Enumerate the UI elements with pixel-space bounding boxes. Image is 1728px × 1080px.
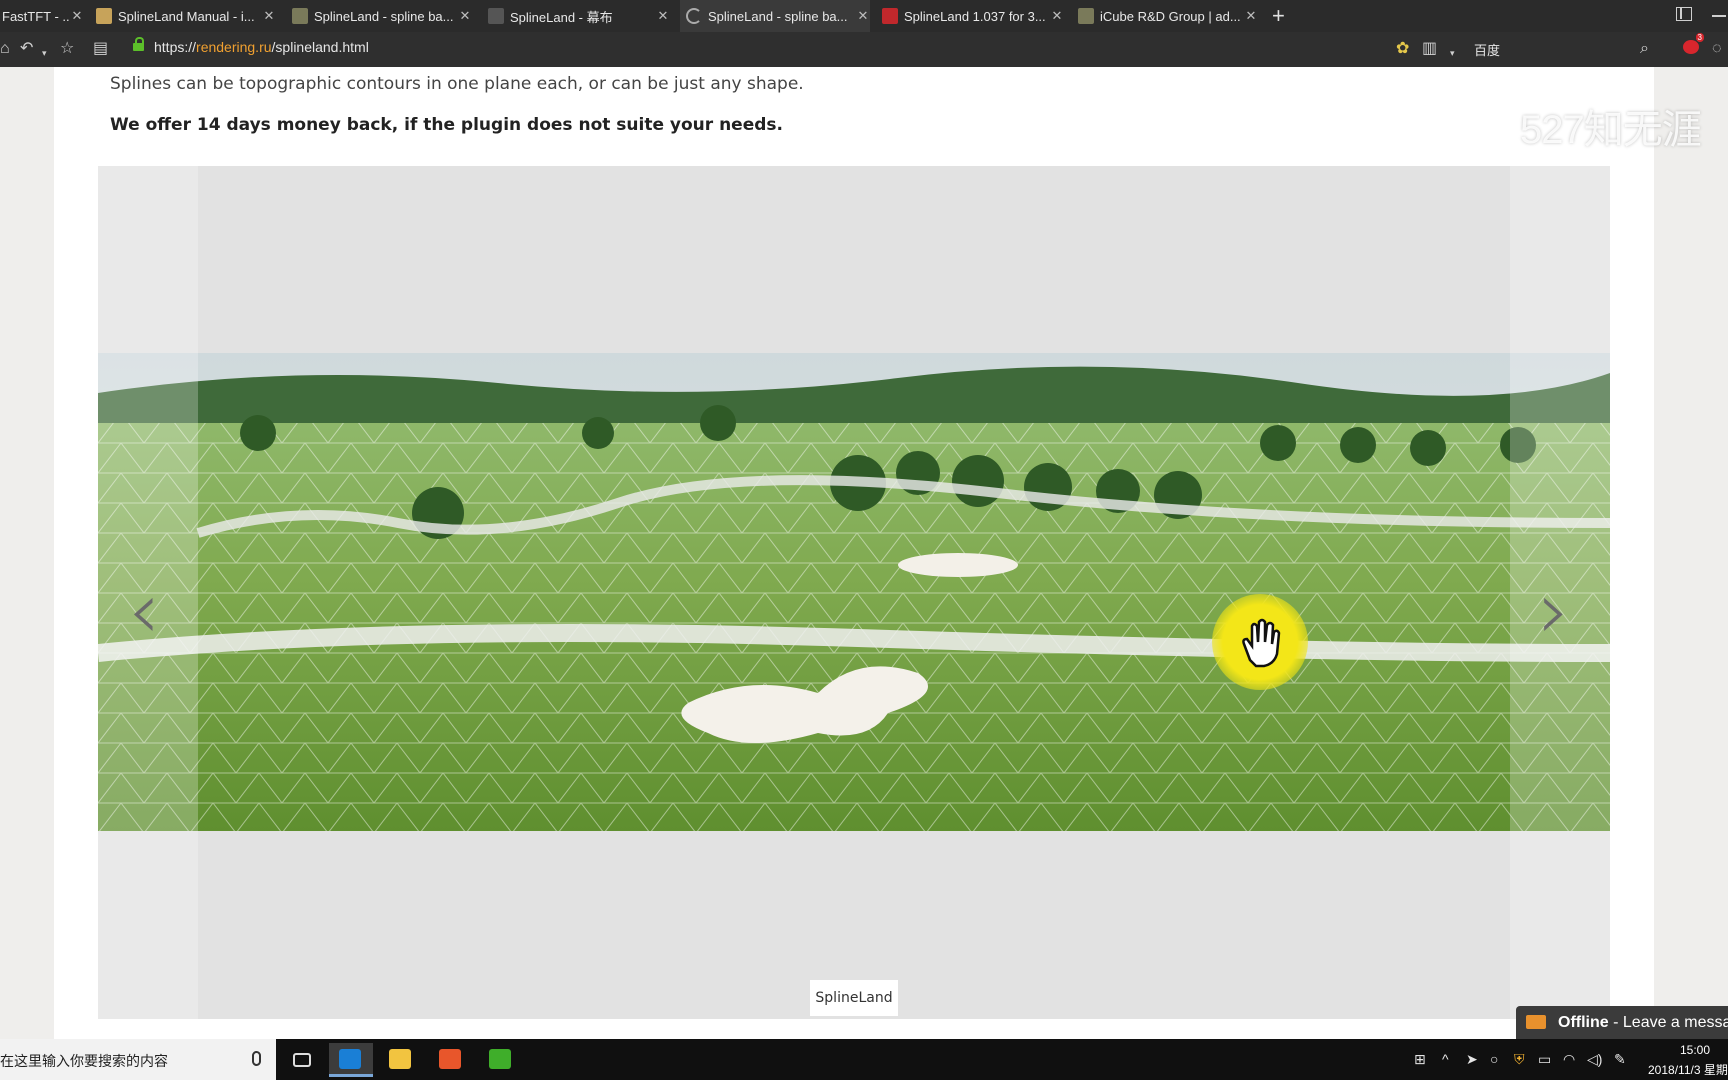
search-icon[interactable]: ⌕ — [1640, 40, 1649, 58]
keyboard-icon[interactable]: ⊞ — [1414, 1051, 1426, 1068]
camtasia-icon — [489, 1049, 511, 1069]
hand-icon — [1242, 618, 1281, 668]
tab-label: SplineLand - 幕布 — [510, 9, 613, 25]
clock-time[interactable]: 15:00 — [1680, 1043, 1710, 1057]
sidebar-toggle-icon[interactable] — [1676, 7, 1692, 21]
tab-label: iCube R&D Group | ad... — [1100, 8, 1241, 24]
tab-label: FastTFT - ... — [2, 8, 70, 24]
image-slider[interactable]: ‹ › SplineLand — [98, 166, 1610, 1019]
tab-splineland-manual[interactable]: SplineLand Manual - i... ✕ — [96, 0, 276, 32]
browser-tab-strip: FastTFT - ... ✕ SplineLand Manual - i...… — [0, 0, 1728, 32]
tab-label: SplineLand - spline ba... — [314, 8, 454, 24]
tab-fasttft[interactable]: FastTFT - ... ✕ — [0, 0, 84, 32]
taskbar-app-maxthon[interactable] — [329, 1043, 373, 1077]
money-back-paragraph: We offer 14 days money back, if the plug… — [110, 115, 783, 135]
chevron-up-icon[interactable]: ^ — [1442, 1051, 1449, 1067]
task-view-button[interactable] — [280, 1043, 324, 1077]
circle-icon[interactable]: ○ — [1490, 1051, 1498, 1067]
tab-close-icon[interactable]: ✕ — [70, 8, 84, 24]
tab-label: SplineLand Manual - i... — [118, 8, 255, 24]
taskbar-app-file-explorer[interactable] — [379, 1043, 423, 1077]
slider-prev-arrow[interactable]: ‹ — [128, 571, 160, 651]
tab-close-icon[interactable]: ✕ — [262, 8, 276, 24]
minimize-icon[interactable] — [1712, 15, 1726, 17]
url-scheme: https:// — [154, 39, 197, 55]
lock-icon — [133, 37, 144, 51]
mubu-icon — [488, 8, 504, 24]
loading-icon — [686, 8, 702, 24]
chat-widget[interactable]: Offline - Leave a message — [1516, 1006, 1728, 1039]
taskbar-search-placeholder: 在这里输入你要搜索的内容 — [0, 1054, 168, 1070]
rendering-logo-icon — [1078, 8, 1094, 24]
tab-close-icon[interactable]: ✕ — [856, 8, 870, 24]
chevron-down-icon[interactable]: ▾ — [42, 44, 47, 62]
tab-close-icon[interactable]: ✕ — [1244, 8, 1258, 24]
slide-caption: SplineLand — [810, 980, 898, 1016]
url-host: rendering.ru — [196, 39, 272, 55]
chat-status: Offline — [1558, 1014, 1609, 1031]
tab-splineland-mubu[interactable]: SplineLand - 幕布 ✕ — [488, 0, 670, 32]
undo-icon[interactable]: ↶ — [20, 40, 33, 58]
tab-splineland-active[interactable]: SplineLand - spline ba... ✕ — [680, 0, 870, 32]
folder-icon — [389, 1049, 411, 1069]
tab-splineland-spline-based[interactable]: SplineLand - spline ba... ✕ — [292, 0, 472, 32]
task-view-icon — [293, 1053, 311, 1067]
maxthon-icon — [339, 1049, 361, 1069]
taskbar-app-camtasia-recorder[interactable] — [429, 1043, 473, 1077]
taskbar-search-box[interactable]: 在这里输入你要搜索的内容 — [0, 1039, 276, 1080]
send-icon[interactable]: ➤ — [1466, 1051, 1478, 1068]
slider-next-arrow[interactable]: › — [1538, 571, 1570, 651]
adblock-icon[interactable]: 3 — [1683, 33, 1704, 54]
reader-icon[interactable]: ▤ — [93, 40, 108, 58]
web-page: Splines can be topographic contours in o… — [0, 67, 1728, 1039]
tab-label: SplineLand - spline ba... — [708, 8, 848, 24]
book-icon — [96, 8, 112, 24]
tab-close-icon[interactable]: ✕ — [458, 8, 472, 24]
comment-icon[interactable]: ◌ — [1712, 40, 1722, 58]
hand-cursor-icon — [1212, 594, 1308, 690]
url-path: /splineland.html — [271, 39, 369, 55]
tab-splineland-1037[interactable]: SplineLand 1.037 for 3... ✕ — [882, 0, 1064, 32]
adblock-count: 3 — [1695, 33, 1704, 42]
envelope-icon — [1526, 1015, 1546, 1029]
new-tab-button[interactable]: + — [1272, 3, 1285, 29]
chevron-down-icon[interactable]: ▾ — [1450, 44, 1455, 62]
watermark: 527知无涯 — [1520, 108, 1702, 152]
star-icon[interactable]: ☆ — [60, 40, 74, 58]
clock-date[interactable]: 2018/11/3 星期六 — [1648, 1061, 1728, 1078]
battery-icon[interactable]: ▭ — [1538, 1051, 1551, 1068]
golf-course-spline-image — [98, 353, 1610, 831]
extension-icon[interactable]: ✿ — [1396, 40, 1409, 58]
taskbar-app-camtasia[interactable] — [479, 1043, 523, 1077]
wifi-icon[interactable]: ◠ — [1563, 1051, 1575, 1068]
tab-icube-rd[interactable]: iCube R&D Group | ad... ✕ — [1078, 0, 1258, 32]
bookmarks-icon[interactable]: ▥ — [1422, 40, 1437, 58]
chat-message: - Leave a message — [1613, 1014, 1728, 1031]
shield-icon[interactable]: ⛨ — [1514, 1051, 1525, 1068]
tab-label: SplineLand 1.037 for 3... — [904, 8, 1046, 24]
tab-close-icon[interactable]: ✕ — [1050, 8, 1064, 24]
windows-taskbar: 在这里输入你要搜索的内容 ⊞ ^ ➤ ○ ⛨ ▭ ◠ ◁) ✎ 15:00 20… — [0, 1039, 1728, 1080]
home-icon[interactable]: ⌂ — [0, 40, 10, 58]
description-paragraph: Splines can be topographic contours in o… — [110, 74, 804, 94]
search-engine-label[interactable]: 百度 — [1474, 40, 1500, 59]
volume-icon[interactable]: ◁) — [1587, 1051, 1602, 1068]
address-bar[interactable]: https://rendering.ru/splineland.html — [154, 39, 369, 55]
tab-close-icon[interactable]: ✕ — [656, 8, 670, 24]
camtasia-recorder-icon — [439, 1049, 461, 1069]
red-app-icon — [882, 8, 898, 24]
microphone-icon[interactable] — [252, 1051, 261, 1066]
rendering-logo-icon — [292, 8, 308, 24]
pen-icon[interactable]: ✎ — [1614, 1051, 1626, 1068]
